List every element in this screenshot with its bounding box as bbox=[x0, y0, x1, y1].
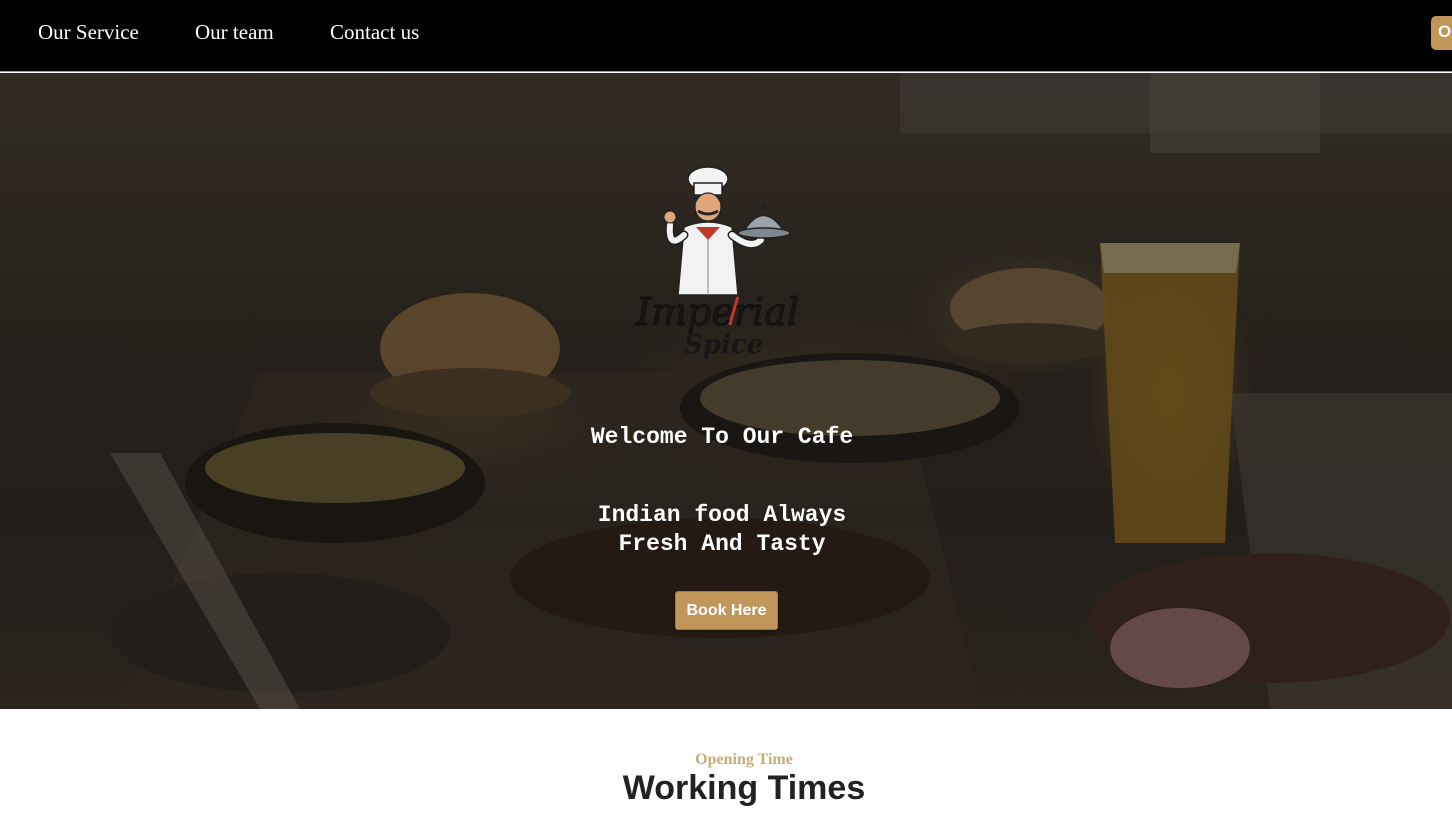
svg-text:Spice: Spice bbox=[684, 330, 763, 360]
working-times-heading: Working Times bbox=[622, 769, 866, 807]
top-navbar: Our Service Our team Contact us Order bbox=[0, 0, 1452, 72]
serving-cloche-icon bbox=[737, 204, 791, 239]
nav-link-our-team[interactable]: Our team bbox=[195, 20, 274, 45]
imperial-spice-logo: Imperial Spice bbox=[635, 166, 799, 371]
hero-section: Imperial Spice Welcome To Our Cafe India… bbox=[0, 73, 1452, 709]
hero-subtitle: Indian food Always Fresh And Tasty bbox=[597, 502, 847, 557]
book-here-button[interactable]: Book Here bbox=[675, 591, 778, 630]
order-button[interactable]: Order bbox=[1431, 16, 1452, 50]
hero-welcome-title: Welcome To Our Cafe bbox=[590, 424, 854, 450]
svg-text:Imperial: Imperial bbox=[635, 290, 799, 334]
nav-link-contact-us[interactable]: Contact us bbox=[330, 20, 419, 45]
nav-link-our-service[interactable]: Our Service bbox=[38, 20, 139, 45]
order-button-label: Order bbox=[1438, 22, 1452, 41]
working-times-section: Opening Time Working Times bbox=[0, 709, 1452, 817]
